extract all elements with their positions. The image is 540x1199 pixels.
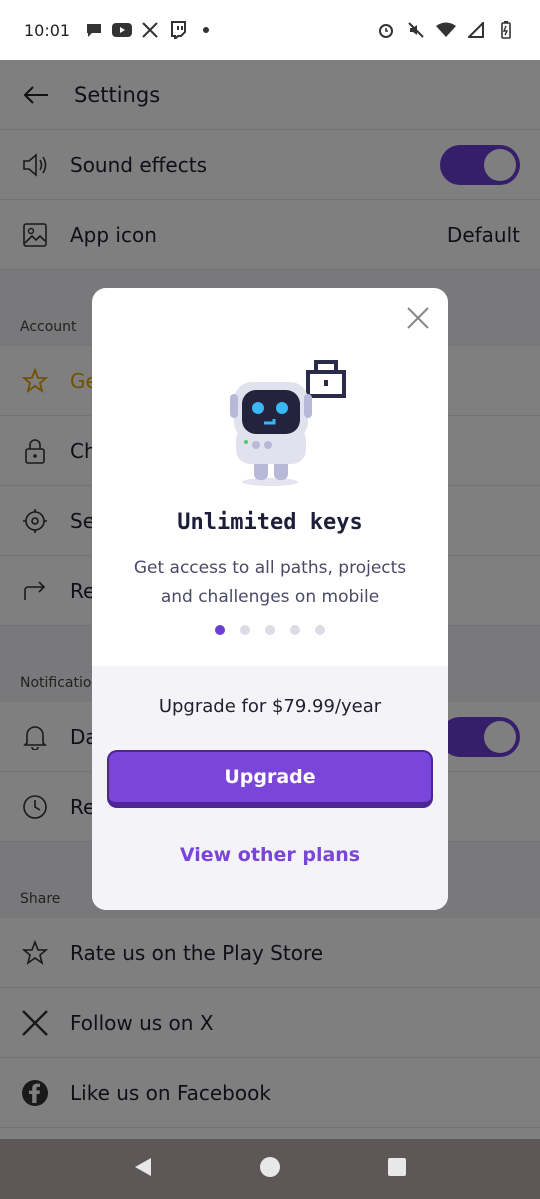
mute-icon: [406, 20, 426, 40]
close-button[interactable]: [406, 306, 430, 330]
nav-recents-button[interactable]: [387, 1157, 407, 1181]
signal-icon: [466, 20, 486, 40]
close-icon: [407, 307, 429, 329]
modal-title: Unlimited keys: [177, 510, 363, 535]
system-nav-bar: [0, 1139, 540, 1199]
carousel-dot[interactable]: [315, 625, 325, 635]
chat-bubble-icon: [84, 20, 104, 40]
view-other-plans-link[interactable]: View other plans: [92, 844, 448, 866]
status-time: 10:01: [24, 20, 71, 40]
price-text: Upgrade for $79.99/year: [158, 696, 382, 717]
padlock-icon: [306, 360, 346, 398]
carousel-dot[interactable]: [265, 625, 275, 635]
carousel-dot[interactable]: [290, 625, 300, 635]
notification-dot-icon: [196, 20, 216, 40]
carousel-dot[interactable]: [215, 625, 225, 635]
upgrade-modal: Unlimited keys Get access to all paths, …: [92, 288, 448, 910]
triangle-back-icon: [135, 1158, 151, 1176]
x-logo-icon: [140, 20, 160, 40]
status-bar: 10:01: [0, 0, 540, 60]
modal-description: Get access to all paths, projects and ch…: [133, 558, 407, 607]
carousel-dot[interactable]: [240, 625, 250, 635]
modal-footer: Upgrade for $79.99/year Upgrade View oth…: [92, 666, 448, 910]
circle-home-icon: [260, 1157, 280, 1177]
carousel-dots: [92, 625, 448, 635]
wifi-icon: [436, 20, 456, 40]
battery-icon: [496, 20, 516, 40]
alarm-icon: [376, 20, 396, 40]
nav-home-button[interactable]: [259, 1156, 281, 1182]
nav-back-button[interactable]: [133, 1156, 153, 1182]
youtube-icon: [112, 20, 133, 40]
robot-with-lock-illustration: [230, 360, 346, 486]
square-recents-icon: [388, 1158, 406, 1176]
twitch-icon: [168, 20, 188, 40]
upgrade-button[interactable]: Upgrade: [107, 750, 433, 808]
